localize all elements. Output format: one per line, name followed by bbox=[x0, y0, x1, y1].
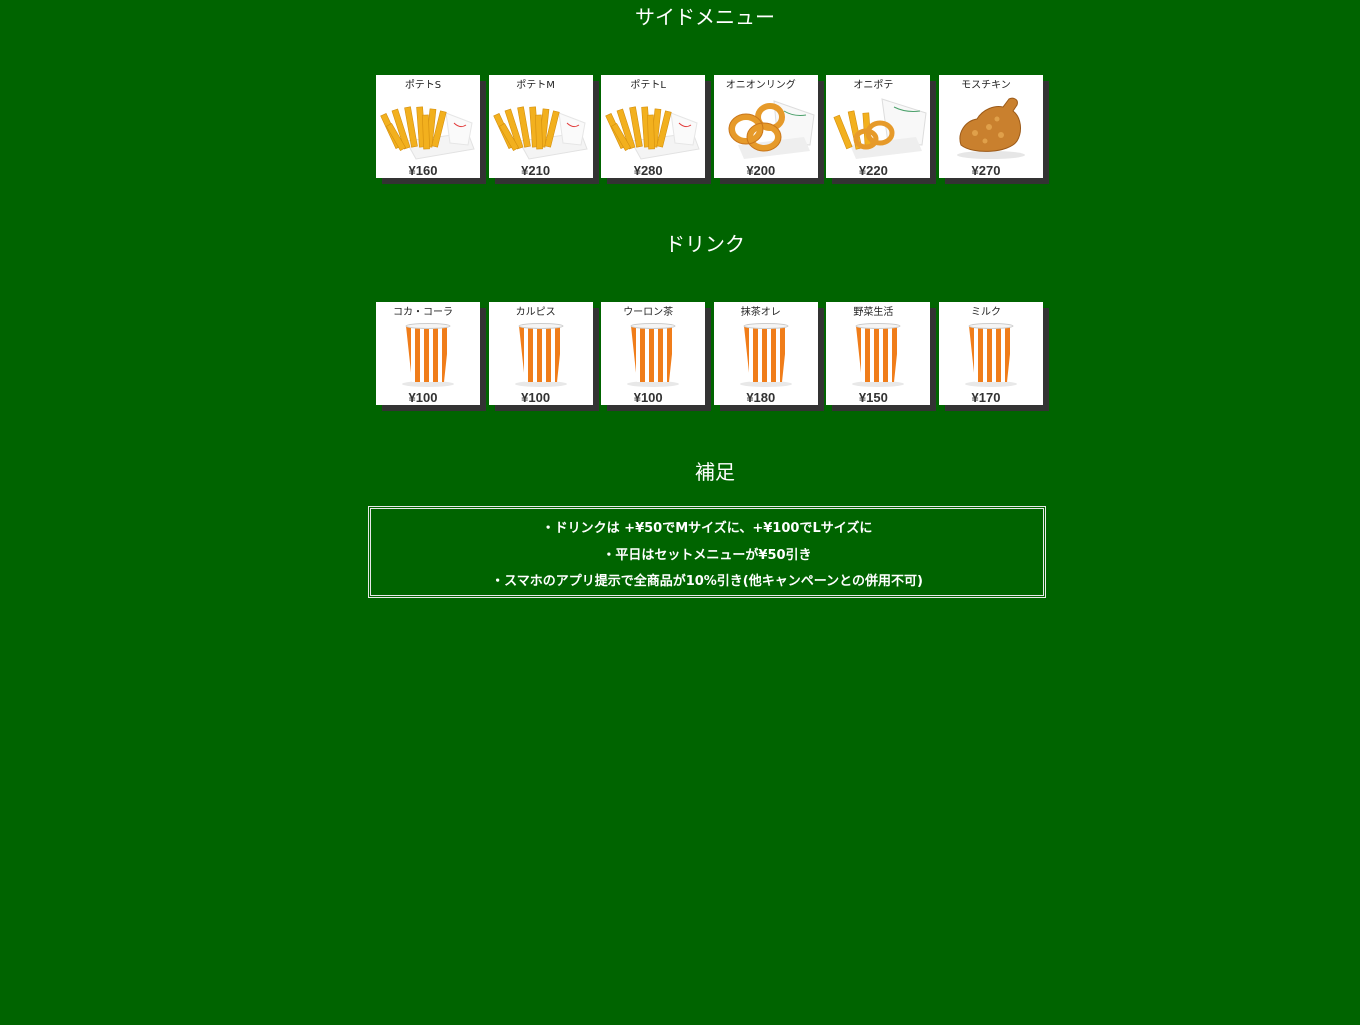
item-name: ミルク bbox=[970, 307, 1001, 318]
drink-cup-icon bbox=[514, 323, 567, 387]
drink-cup-icon bbox=[852, 323, 905, 387]
item-name: オニオンリング bbox=[725, 80, 796, 91]
notes-box: ・ドリンクは +¥50でMサイズに、+¥100でLサイズに ・平日はセットメニュ… bbox=[368, 506, 1046, 598]
item-price: ¥220 bbox=[858, 163, 888, 178]
drink-cup-icon bbox=[627, 323, 680, 387]
drink-menu-title: ドリンク bbox=[665, 232, 745, 256]
item-price: ¥200 bbox=[746, 163, 776, 178]
menu-item-onion-rings[interactable]: オニオンリング ¥200 bbox=[713, 75, 818, 178]
item-name: コカ・コーラ bbox=[393, 307, 453, 318]
item-price: ¥280 bbox=[633, 163, 663, 178]
menu-item-onipote[interactable]: オニポテ ¥220 bbox=[826, 75, 931, 178]
side-menu-grid: ポテトS ¥160 ポテトM ¥210 ポテトL ¥280 オニオンリング ¥2… bbox=[376, 75, 1043, 178]
note-line-drink-size: ・ドリンクは +¥50でMサイズに、+¥100でLサイズに bbox=[541, 521, 873, 536]
item-name: ポテトL bbox=[630, 80, 666, 91]
item-price: ¥150 bbox=[858, 390, 888, 405]
item-price: ¥270 bbox=[971, 163, 1001, 178]
item-price: ¥100 bbox=[521, 390, 551, 405]
drink-menu-grid: コカ・コーラ ¥100 カルピス ¥100 ウーロン茶 ¥100 抹茶オレ ¥1… bbox=[376, 302, 1043, 405]
item-name: オニポテ bbox=[853, 80, 894, 91]
drink-item-coca-cola[interactable]: コカ・コーラ ¥100 bbox=[376, 302, 480, 405]
fries-icon bbox=[492, 106, 588, 160]
drink-cup-icon bbox=[402, 323, 454, 387]
notes-title: 補足 bbox=[695, 460, 735, 484]
side-menu-title: サイドメニュー bbox=[635, 5, 775, 29]
item-name: ポテトM bbox=[516, 80, 555, 91]
drink-cup-icon bbox=[964, 323, 1017, 387]
item-name: ウーロン茶 bbox=[623, 307, 674, 318]
item-name: カルピス bbox=[515, 307, 556, 318]
item-name: 野菜生活 bbox=[853, 307, 894, 318]
item-price: ¥100 bbox=[633, 390, 663, 405]
item-price: ¥210 bbox=[521, 163, 551, 178]
menu-item-potato-s[interactable]: ポテトS ¥160 bbox=[376, 75, 480, 178]
drink-item-matcha-latte[interactable]: 抹茶オレ ¥180 bbox=[713, 302, 818, 405]
item-price: ¥100 bbox=[408, 390, 438, 405]
drink-item-calpis[interactable]: カルピス ¥100 bbox=[488, 302, 593, 405]
item-name: モスチキン bbox=[961, 80, 1011, 91]
item-price: ¥180 bbox=[746, 390, 776, 405]
menu-item-mos-chicken[interactable]: モスチキン ¥270 bbox=[938, 75, 1043, 178]
note-line-weekday-discount: ・平日はセットメニューが¥50引き bbox=[602, 548, 812, 563]
fries-icon bbox=[605, 106, 700, 160]
item-price: ¥170 bbox=[971, 390, 1001, 405]
onion-fries-icon bbox=[833, 98, 927, 159]
menu-item-potato-l[interactable]: ポテトL ¥280 bbox=[601, 75, 706, 178]
note-line-app-discount: ・スマホのアプリ提示で全商品が10%引き(他キャンペーンとの併用不可) bbox=[491, 574, 923, 589]
drink-item-yasai-seikatsu[interactable]: 野菜生活 ¥150 bbox=[826, 302, 931, 405]
drink-item-oolong-tea[interactable]: ウーロン茶 ¥100 bbox=[601, 302, 706, 405]
menu-item-potato-m[interactable]: ポテトM ¥210 bbox=[488, 75, 593, 178]
item-name: ポテトS bbox=[404, 80, 442, 91]
item-name: 抹茶オレ bbox=[740, 307, 781, 318]
onion-rings-icon bbox=[728, 100, 815, 159]
drink-item-milk[interactable]: ミルク ¥170 bbox=[938, 302, 1043, 405]
item-price: ¥160 bbox=[408, 163, 438, 178]
fries-icon bbox=[380, 106, 475, 160]
fried-chicken-icon bbox=[956, 97, 1025, 159]
drink-cup-icon bbox=[739, 323, 792, 387]
